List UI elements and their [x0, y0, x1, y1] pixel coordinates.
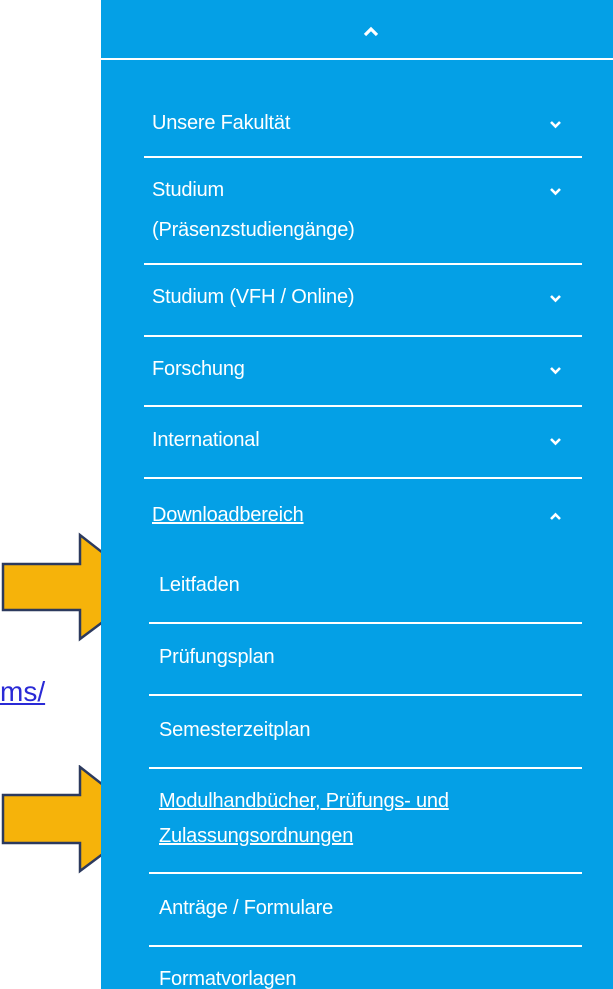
submenu-divider: [149, 945, 582, 947]
submenu-item-pruefungsplan[interactable]: Prüfungsplan: [101, 640, 613, 692]
menu-divider: [144, 405, 582, 407]
submenu-item-label: Semesterzeitplan: [159, 719, 311, 741]
menu-item-label: Downloadbereich: [152, 504, 304, 526]
menu-item-label-line2: (Präsenzstudiengänge): [152, 219, 355, 241]
submenu-item-leitfaden[interactable]: Leitfaden: [101, 568, 613, 620]
menu-divider: [144, 263, 582, 265]
menu-item-label-line1: Studium: [152, 179, 224, 201]
menu-item-label: International: [152, 429, 260, 451]
menu-item-international[interactable]: International: [101, 423, 613, 477]
chevron-down-icon[interactable]: [549, 120, 562, 129]
menu-item-downloadbereich[interactable]: Downloadbereich: [101, 498, 613, 538]
submenu-item-label: Formatvorlagen: [159, 968, 297, 989]
chevron-down-icon[interactable]: [549, 187, 562, 196]
chevron-down-icon[interactable]: [549, 366, 562, 375]
side-navigation: Unsere Fakultät Studium (Präsenzstudieng…: [101, 0, 613, 989]
submenu-item-modulhandbuecher[interactable]: Modulhandbücher, Prüfungs- und Zulassung…: [101, 784, 613, 870]
menu-item-unsere-fakultaet[interactable]: Unsere Fakultät: [101, 104, 613, 156]
collapse-menu-button[interactable]: [101, 0, 613, 60]
menu-item-studium-vfh-online[interactable]: Studium (VFH / Online): [101, 280, 613, 335]
submenu-divider: [149, 767, 582, 769]
menu-item-label: Studium (VFH / Online): [152, 286, 355, 308]
chevron-up-icon: [363, 26, 379, 37]
menu-item-studium-praesenz[interactable]: Studium (Präsenzstudiengänge): [101, 173, 613, 263]
submenu-item-semesterzeitplan[interactable]: Semesterzeitplan: [101, 713, 613, 765]
submenu-divider: [149, 622, 582, 624]
submenu-item-formatvorlagen[interactable]: Formatvorlagen: [101, 962, 613, 989]
page-link-fragment[interactable]: ms/: [0, 676, 45, 708]
menu-item-label: Forschung: [152, 358, 245, 380]
submenu-item-label: Leitfaden: [159, 574, 240, 596]
menu-divider: [144, 156, 582, 158]
chevron-up-icon[interactable]: [549, 512, 562, 521]
submenu-item-label-line2: Zulassungsordnungen: [159, 825, 354, 847]
submenu-divider: [149, 872, 582, 874]
menu-item-label: Unsere Fakultät: [152, 112, 291, 134]
menu-divider: [144, 477, 582, 479]
submenu-divider: [149, 694, 582, 696]
submenu-item-label-line1: Modulhandbücher, Prüfungs- und: [159, 790, 449, 812]
chevron-down-icon[interactable]: [549, 437, 562, 446]
submenu-item-label: Prüfungsplan: [159, 646, 275, 668]
submenu-item-label: Anträge / Formulare: [159, 897, 334, 919]
chevron-down-icon[interactable]: [549, 294, 562, 303]
submenu-item-antraege-formulare[interactable]: Anträge / Formulare: [101, 891, 613, 943]
menu-divider: [144, 335, 582, 337]
menu-item-forschung[interactable]: Forschung: [101, 352, 613, 405]
